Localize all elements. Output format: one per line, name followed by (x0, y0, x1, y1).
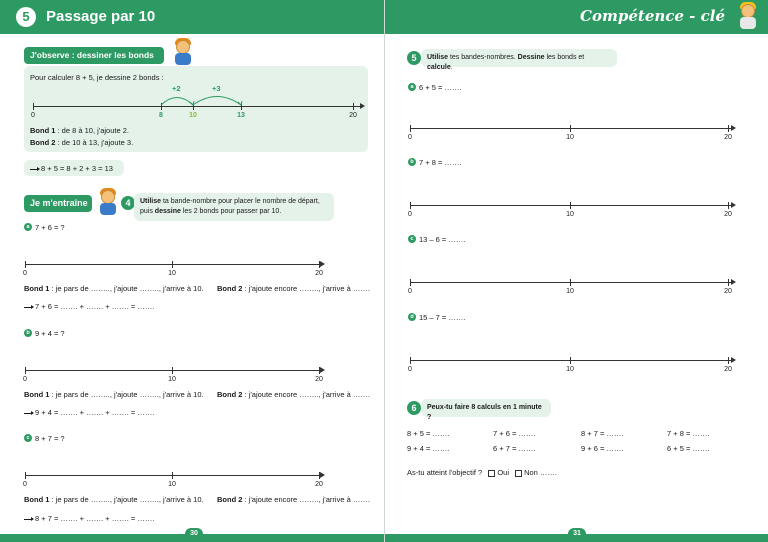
arrow-icon (24, 516, 34, 521)
mascot-icon (172, 38, 194, 66)
tick-label: 0 (23, 270, 27, 277)
arrow-icon (30, 166, 40, 171)
tick-label: 0 (408, 211, 412, 218)
item-letter-c: c (408, 235, 416, 243)
tick-label: 20 (315, 270, 323, 277)
bond1-line[interactable]: Bond 1 : je pars de …….., j'ajoute ……..,… (24, 284, 204, 293)
quick-calc[interactable]: 8 + 5 = ……. (407, 429, 450, 438)
item-calc[interactable]: 15 – 7 = ……. (419, 313, 465, 322)
tick-label: 0 (31, 112, 35, 119)
tick-label: 0 (408, 288, 412, 295)
number-line-5c[interactable]: 0 10 20 (408, 278, 736, 295)
tick-label: 20 (724, 211, 732, 218)
item-letter-c: c (24, 434, 32, 442)
lesson-number-badge: 5 (16, 7, 36, 27)
item-result[interactable]: 9 + 4 = ……. + ……. + ……. = ……. (24, 408, 154, 417)
tick-label: 20 (724, 288, 732, 295)
tick-label: 8 (159, 112, 163, 119)
number-line-a[interactable]: 0 10 20 (23, 260, 325, 277)
quick-calc[interactable]: 9 + 6 = ……. (581, 444, 624, 453)
item-calc[interactable]: 7 + 8 = ……. (419, 158, 462, 167)
tick-label: 0 (23, 376, 27, 383)
number-line-5d[interactable]: 0 10 20 (408, 356, 736, 373)
tick-label: 10 (168, 376, 176, 383)
tick-label: 20 (315, 376, 323, 383)
no-checkbox[interactable] (515, 469, 523, 477)
tick-label: 0 (408, 134, 412, 141)
observe-bond2: Bond 2 : de 10 à 13, j'ajoute 3. (30, 138, 134, 147)
number-line-5b[interactable]: 0 10 20 (408, 201, 736, 218)
tick-label: 20 (724, 134, 732, 141)
item-letter-d: d (408, 313, 416, 321)
number-line-b[interactable]: 0 10 20 (23, 366, 325, 383)
train-label: Je m'entraîne (24, 195, 92, 212)
tick-label: 20 (724, 366, 732, 373)
objective-line: As-tu atteint l'objectif ? Oui Non ……. (407, 468, 558, 477)
bond1-line[interactable]: Bond 1 : je pars de …….., j'ajoute ……..,… (24, 495, 204, 504)
exercise-6-title: Peux-tu faire 8 calculs en 1 minute ? (421, 399, 551, 421)
hop-label: +3 (212, 84, 221, 93)
right-banner: Compétence - clé (385, 0, 768, 34)
mascot-icon (97, 188, 119, 216)
page-number: 30 (185, 528, 203, 540)
observe-bond1: Bond 1 : de 8 à 10, j'ajoute 2. (30, 126, 129, 135)
exercise-4-instruction: Utilise ta bande-nombre pour placer le n… (134, 193, 334, 221)
tick-label: 10 (566, 288, 574, 295)
quick-calc[interactable]: 6 + 5 = ……. (667, 444, 710, 453)
lesson-title: Passage par 10 (46, 8, 156, 25)
tick-label: 13 (237, 112, 245, 119)
arrow-icon (24, 304, 34, 309)
observe-result: 8 + 5 = 8 + 2 + 3 = 13 (30, 164, 113, 173)
exercise-5-instruction: Utilise tes bandes-nombres. Dessine les … (421, 49, 617, 71)
exercise-6-number: 6 (407, 401, 421, 415)
bond1-line[interactable]: Bond 1 : je pars de …….., j'ajoute ……..,… (24, 390, 204, 399)
tick-label: 10 (168, 270, 176, 277)
tick-label: 10 (168, 481, 176, 488)
exercise-5-number: 5 (407, 51, 421, 65)
quick-calc[interactable]: 7 + 6 = ……. (493, 429, 536, 438)
competence-title: Compétence - clé (580, 7, 725, 25)
tick-label: 10 (189, 112, 197, 119)
tick-label: 10 (566, 366, 574, 373)
bond2-line[interactable]: Bond 2 : j'ajoute encore …….., j'arrive … (217, 495, 370, 504)
quick-calc[interactable]: 6 + 7 = ……. (493, 444, 536, 453)
item-letter-b: b (408, 158, 416, 166)
bond2-line[interactable]: Bond 2 : j'ajoute encore …….., j'arrive … (217, 390, 370, 399)
item-letter-b: b (24, 329, 32, 337)
tick-label: 0 (23, 481, 27, 488)
item-calc: 7 + 6 = ? (35, 223, 65, 232)
tick-label: 20 (315, 481, 323, 488)
observe-label: J'observe : dessiner les bonds (24, 47, 164, 64)
mascot-icon (737, 2, 759, 30)
item-calc: 9 + 4 = ? (35, 329, 65, 338)
tick-label: 0 (408, 366, 412, 373)
right-page: Compétence - clé 5 Utilise tes bandes-no… (384, 0, 768, 542)
exercise-4-number: 4 (121, 196, 135, 210)
tick-label: 10 (566, 211, 574, 218)
item-letter-a: a (24, 223, 32, 231)
item-letter-a: a (408, 83, 416, 91)
item-calc[interactable]: 13 – 6 = ……. (419, 235, 465, 244)
quick-calc[interactable]: 8 + 7 = ……. (581, 429, 624, 438)
quick-calc[interactable]: 9 + 4 = ……. (407, 444, 450, 453)
quick-calc[interactable]: 7 + 8 = ……. (667, 429, 710, 438)
tick-label: 10 (566, 134, 574, 141)
item-result[interactable]: 7 + 6 = ……. + ……. + ……. = ……. (24, 302, 154, 311)
observe-intro: Pour calculer 8 + 5, je dessine 2 bonds … (30, 73, 164, 82)
item-calc: 8 + 7 = ? (35, 434, 65, 443)
item-result[interactable]: 8 + 7 = ……. + ……. + ……. = ……. (24, 514, 154, 523)
item-calc[interactable]: 6 + 5 = ……. (419, 83, 462, 92)
bond2-line[interactable]: Bond 2 : j'ajoute encore …….., j'arrive … (217, 284, 370, 293)
tick-label: 20 (349, 112, 357, 119)
left-page: 5 Passage par 10 J'observe : dessiner le… (0, 0, 384, 542)
hop-label: +2 (172, 84, 181, 93)
arrow-icon (24, 410, 34, 415)
page-number: 31 (568, 528, 586, 540)
yes-checkbox[interactable] (488, 469, 496, 477)
number-line-c[interactable]: 0 10 20 (23, 471, 325, 488)
left-banner: 5 Passage par 10 (0, 0, 384, 34)
number-line-5a[interactable]: 0 10 20 (408, 124, 736, 141)
